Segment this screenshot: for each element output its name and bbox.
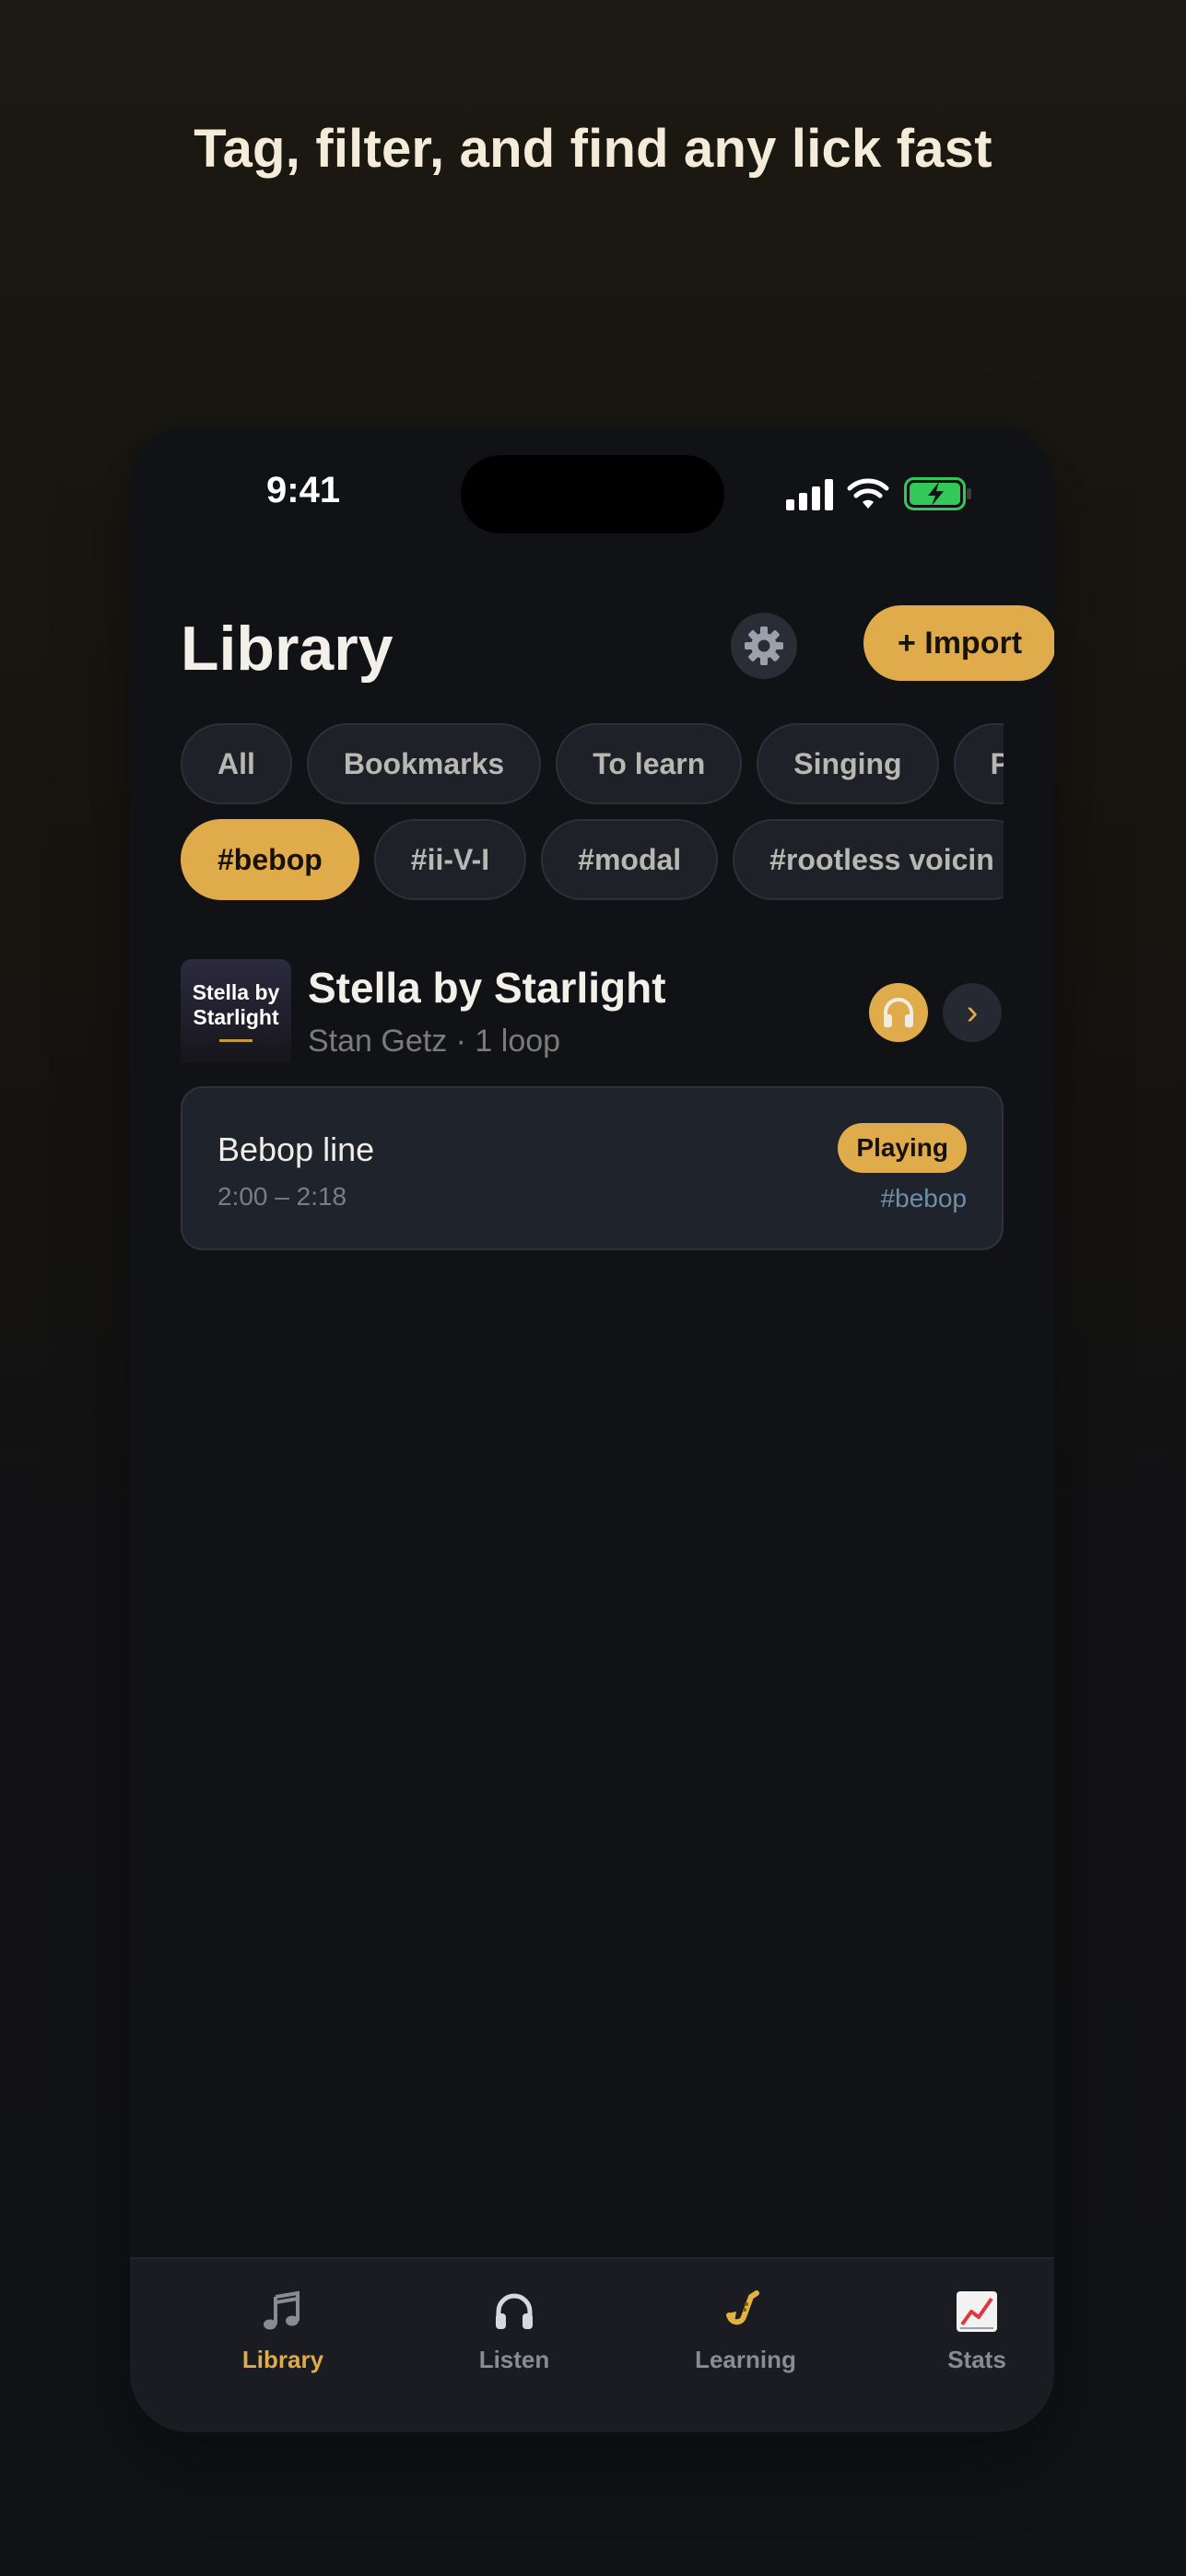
- headline: Tag, filter, and find any lick fast: [194, 119, 992, 179]
- status-time: 9:41: [266, 470, 341, 510]
- filter-chip-singing[interactable]: Singing: [757, 723, 939, 804]
- dynamic-island: [461, 455, 724, 533]
- tab-label: Library: [241, 2346, 324, 2373]
- tab-learning[interactable]: Learning: [653, 2287, 838, 2388]
- import-button[interactable]: + Import: [863, 605, 1054, 681]
- wifi-icon: [847, 478, 889, 509]
- tab-label: Learning: [695, 2346, 796, 2373]
- album-art: Stella by Starlight: [181, 959, 291, 1062]
- album-art-bar: [219, 1038, 252, 1042]
- settings-button[interactable]: [731, 613, 797, 679]
- track-title: Stella by Starlight: [308, 964, 666, 1012]
- tab-library[interactable]: Library: [191, 2287, 375, 2388]
- tab-listen[interactable]: Listen: [422, 2287, 606, 2388]
- filter-chip-bookmarks[interactable]: Bookmarks: [306, 723, 542, 804]
- tag-chip-ii-v-i[interactable]: #ii-V-I: [373, 819, 527, 900]
- listen-button[interactable]: [869, 983, 928, 1042]
- track-row[interactable]: Stella by Starlight Stella by Starlight …: [181, 959, 1004, 1070]
- signal-icon: [786, 479, 833, 510]
- loop-time-range: 2:00 – 2:18: [217, 1182, 347, 1211]
- tag-chip-rootless-voicings[interactable]: #rootless voicin: [733, 819, 1004, 900]
- headphones-icon: [489, 2287, 539, 2336]
- tab-bar: Library Listen Learning Stats: [130, 2257, 1054, 2432]
- tab-label: Listen: [478, 2346, 550, 2373]
- track-subtitle: Stan Getz · 1 loop: [308, 1024, 561, 1059]
- album-art-title: Stella by Starlight: [192, 979, 280, 1029]
- loop-tag[interactable]: #bebop: [881, 1184, 967, 1213]
- tab-label: Stats: [947, 2346, 1006, 2373]
- headphones-icon: [884, 998, 913, 1027]
- page-title: Library: [181, 614, 393, 684]
- gear-icon: [745, 626, 783, 665]
- tab-stats[interactable]: Stats: [885, 2287, 1054, 2388]
- status-badge: Playing: [838, 1123, 967, 1173]
- battery-icon: [904, 477, 971, 510]
- music-note-icon: [258, 2287, 308, 2336]
- tag-chip-modal[interactable]: #modal: [541, 819, 719, 900]
- filter-chip-partial[interactable]: P: [953, 723, 1004, 804]
- chevron-right-button[interactable]: ›: [943, 983, 1002, 1042]
- loop-name: Bebop line: [217, 1130, 375, 1168]
- filter-chip-to-learn[interactable]: To learn: [556, 723, 743, 804]
- saxophone-icon: [721, 2287, 770, 2336]
- tag-chip-row: #bebop #ii-V-I #modal #rootless voicin: [181, 819, 1004, 900]
- filter-chip-all[interactable]: All: [181, 723, 292, 804]
- phone-frame: 9:41 Library + Import All Bookmarks To l…: [130, 426, 1054, 2432]
- library-header: Library + Import: [181, 605, 1054, 688]
- loop-card[interactable]: Bebop line 2:00 – 2:18 Playing #bebop: [181, 1086, 1004, 1250]
- status-bar: 9:41: [130, 426, 1054, 555]
- tag-chip-bebop[interactable]: #bebop: [181, 819, 359, 900]
- chart-icon: [952, 2287, 1002, 2336]
- filter-chip-row: All Bookmarks To learn Singing P: [181, 723, 1004, 804]
